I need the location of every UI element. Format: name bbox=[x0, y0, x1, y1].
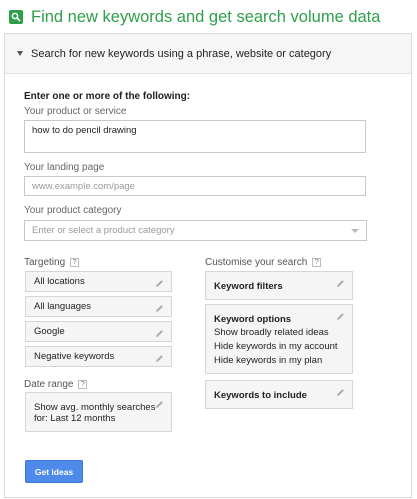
pencil-icon[interactable] bbox=[336, 388, 345, 397]
date-range-box[interactable]: Show avg. monthly searches for: Last 12 … bbox=[25, 392, 172, 432]
targeting-label: Targeting? bbox=[24, 257, 80, 268]
pencil-icon[interactable] bbox=[155, 329, 164, 338]
search-icon bbox=[9, 10, 23, 24]
date-range-label-text: Date range bbox=[24, 379, 74, 390]
pencil-icon[interactable] bbox=[336, 279, 345, 288]
customise-label: Customise your search? bbox=[205, 257, 322, 268]
keyword-option-line: Hide keywords in my plan bbox=[214, 355, 323, 366]
targeting-item-locations[interactable]: All locations bbox=[25, 271, 172, 292]
page-title: Find new keywords and get search volume … bbox=[31, 7, 381, 26]
help-icon[interactable]: ? bbox=[78, 380, 88, 389]
targeting-item-label: Negative keywords bbox=[34, 351, 115, 362]
product-category-label: Your product category bbox=[24, 205, 122, 216]
pencil-icon[interactable] bbox=[155, 354, 164, 363]
keyword-options-box[interactable]: Keyword options Show broadly related ide… bbox=[205, 304, 353, 374]
page-header: Find new keywords and get search volume … bbox=[9, 6, 380, 28]
date-range-line-1: Show avg. monthly searches bbox=[34, 402, 156, 413]
targeting-item-network[interactable]: Google bbox=[25, 321, 172, 342]
product-category-select[interactable]: Enter or select a product category bbox=[24, 220, 367, 241]
keyword-filters-title: Keyword filters bbox=[214, 281, 283, 292]
product-service-input[interactable]: how to do pencil drawing bbox=[24, 120, 366, 153]
keyword-filters-box[interactable]: Keyword filters bbox=[205, 271, 353, 300]
pencil-icon[interactable] bbox=[155, 400, 164, 409]
panel-heading: Search for new keywords using a phrase, … bbox=[31, 47, 332, 60]
keyword-option-line: Show broadly related ideas bbox=[214, 327, 329, 338]
product-category-placeholder: Enter or select a product category bbox=[32, 225, 175, 236]
keywords-to-include-box[interactable]: Keywords to include bbox=[205, 380, 353, 409]
targeting-item-label: Google bbox=[34, 326, 65, 337]
customise-label-text: Customise your search bbox=[205, 257, 308, 268]
targeting-item-negative-keywords[interactable]: Negative keywords bbox=[25, 346, 172, 367]
landing-page-label: Your landing page bbox=[24, 162, 105, 173]
help-icon[interactable]: ? bbox=[70, 258, 80, 267]
targeting-item-languages[interactable]: All languages bbox=[25, 296, 172, 317]
intro-text: Enter one or more of the following: bbox=[24, 91, 191, 102]
pencil-icon[interactable] bbox=[155, 304, 164, 313]
keyword-options-title: Keyword options bbox=[214, 314, 292, 325]
panel-toggle[interactable]: Search for new keywords using a phrase, … bbox=[5, 34, 411, 74]
targeting-item-label: All locations bbox=[34, 276, 85, 287]
landing-page-input[interactable]: www.example.com/page bbox=[24, 176, 366, 196]
get-ideas-button[interactable]: Get ideas bbox=[25, 460, 83, 483]
targeting-label-text: Targeting bbox=[24, 257, 66, 268]
keywords-to-include-title: Keywords to include bbox=[214, 390, 307, 401]
chevron-down-icon[interactable] bbox=[351, 229, 359, 233]
targeting-item-label: All languages bbox=[34, 301, 92, 312]
pencil-icon[interactable] bbox=[155, 279, 164, 288]
date-range-line-2: for: Last 12 months bbox=[34, 413, 116, 424]
help-icon[interactable]: ? bbox=[312, 258, 322, 267]
product-service-label: Your product or service bbox=[24, 106, 127, 117]
pencil-icon[interactable] bbox=[336, 312, 345, 321]
keyword-option-line: Hide keywords in my account bbox=[214, 341, 338, 352]
search-panel: Search for new keywords using a phrase, … bbox=[4, 33, 412, 498]
date-range-label: Date range? bbox=[24, 379, 88, 390]
collapse-caret-icon[interactable] bbox=[17, 51, 23, 56]
